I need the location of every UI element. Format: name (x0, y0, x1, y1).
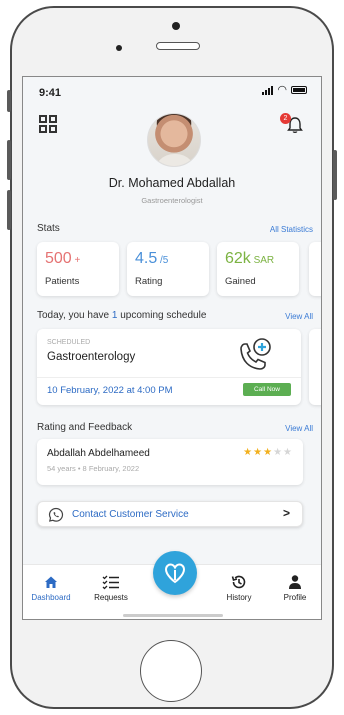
volume-down-button (7, 190, 11, 230)
stat-value-gained: 62k SAR (225, 250, 275, 267)
star-filled-icon: ★ (243, 447, 254, 458)
qr-code-icon[interactable] (39, 115, 57, 133)
doctor-avatar (147, 113, 201, 167)
stat-value-patients: 500 + (45, 250, 81, 267)
contact-label: Contact Customer Service (72, 509, 189, 520)
tab-label-history: History (226, 593, 252, 602)
home-hardware-button[interactable] (140, 640, 202, 702)
contact-customer-service-button[interactable]: Contact Customer Service > (37, 501, 303, 527)
home-indicator (123, 614, 223, 617)
mute-switch (7, 90, 11, 112)
history-icon (211, 573, 267, 591)
tab-label-dashboard: Dashboard (31, 593, 71, 602)
schedule-title: Today, you have 1 upcoming schedule (37, 310, 207, 321)
stethoscope-heart-icon (164, 563, 186, 584)
status-time: 9:41 (39, 87, 62, 99)
schedule-status-tag: SCHEDULED (47, 339, 91, 346)
power-button (333, 150, 337, 200)
star-filled-icon: ★ (263, 447, 274, 458)
stat-card-rating[interactable]: 4.5 /5 Rating (127, 242, 209, 296)
feedback-card[interactable]: Abdallah Abdelhameed 54 years • 8 Februa… (37, 439, 303, 485)
earpiece-speaker (156, 42, 200, 50)
tab-dashboard[interactable]: Dashboard (23, 573, 79, 602)
signal-icon (262, 85, 274, 95)
checklist-icon (83, 573, 139, 591)
tab-history[interactable]: History (211, 573, 267, 602)
doctor-specialty: Gastroenterologist (141, 196, 203, 205)
tab-profile[interactable]: Profile (267, 573, 321, 602)
home-icon (23, 573, 79, 591)
stat-label-gained: Gained (225, 276, 256, 287)
center-action-button[interactable] (153, 551, 197, 595)
schedule-card[interactable]: SCHEDULED Gastroenterology 10 February, … (37, 329, 301, 405)
reviewer-meta: 54 years • 8 February, 2022 (47, 464, 140, 473)
camera-dot (172, 22, 180, 30)
star-empty-icon: ★ (283, 447, 293, 458)
phone-medical-cross-icon (235, 335, 275, 375)
front-camera (116, 45, 122, 51)
stat-value-rating: 4.5 /5 (135, 250, 169, 267)
wifi-icon: ◠ (277, 84, 287, 96)
tab-requests[interactable]: Requests (83, 573, 139, 602)
tab-label-profile: Profile (283, 593, 307, 602)
reviewer-name: Abdallah Abdelhameed (47, 448, 150, 459)
schedule-card-peek[interactable] (309, 329, 321, 405)
user-icon (267, 573, 321, 591)
stat-label-patients: Patients (45, 276, 80, 287)
whatsapp-icon (48, 507, 64, 523)
stat-card-gained[interactable]: 62k SAR Gained (217, 242, 299, 296)
stat-label-rating: Rating (135, 276, 163, 287)
tab-label-requests: Requests (94, 593, 128, 602)
app-screen: 9:41 ◠ 2 Dr. Mohamed Abdallah Gastroente… (22, 76, 322, 620)
schedule-date: 10 February, 2022 at 4:00 PM (47, 385, 173, 396)
star-empty-icon: ★ (273, 447, 284, 458)
status-bar: 9:41 ◠ (23, 77, 321, 105)
chevron-right-icon: > (282, 506, 290, 520)
call-now-button[interactable]: Call Now (243, 383, 291, 396)
feedback-view-all-link[interactable]: View All (285, 424, 313, 433)
schedule-view-all-link[interactable]: View All (285, 312, 313, 321)
notification-bell-icon[interactable]: 2 (280, 113, 305, 135)
star-filled-icon: ★ (253, 447, 264, 458)
all-statistics-link[interactable]: All Statistics (270, 225, 313, 234)
schedule-divider (37, 377, 301, 378)
status-icons: ◠ (262, 84, 307, 96)
battery-icon (291, 86, 307, 94)
stat-card-patients[interactable]: 500 + Patients (37, 242, 119, 296)
stat-card-peek[interactable] (309, 242, 321, 296)
schedule-specialty: Gastroenterology (47, 351, 136, 363)
volume-up-button (7, 140, 11, 180)
doctor-name: Dr. Mohamed Abdallah (108, 176, 236, 190)
notification-badge: 2 (280, 113, 291, 124)
rating-stars: ★★★★★ (243, 447, 293, 458)
feedback-title: Rating and Feedback (37, 422, 133, 433)
stats-title: Stats (37, 223, 60, 234)
